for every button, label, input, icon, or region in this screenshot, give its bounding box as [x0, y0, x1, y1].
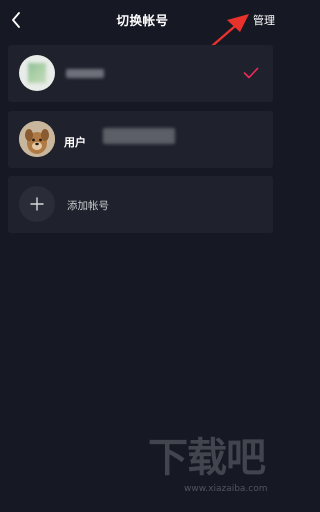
account-name: 用户	[64, 136, 86, 149]
dog-avatar-image	[19, 121, 55, 157]
checkmark-icon	[243, 67, 259, 79]
account-item-current[interactable]	[8, 45, 273, 102]
add-account-button[interactable]	[19, 186, 55, 222]
plus-icon	[30, 197, 44, 211]
avatar	[19, 55, 55, 91]
watermark: 下载吧 www.xiazaiba.com	[148, 432, 278, 502]
account-name-blurred-suffix	[103, 128, 175, 144]
watermark-url: www.xiazaiba.com	[184, 484, 268, 494]
add-account-label: 添加帐号	[67, 200, 109, 212]
watermark-text: 下载吧	[148, 435, 266, 481]
avatar	[19, 121, 55, 157]
add-account-item[interactable]: 添加帐号	[8, 176, 273, 233]
account-item-user[interactable]: 用户	[8, 111, 273, 168]
account-name-blurred	[66, 69, 104, 78]
